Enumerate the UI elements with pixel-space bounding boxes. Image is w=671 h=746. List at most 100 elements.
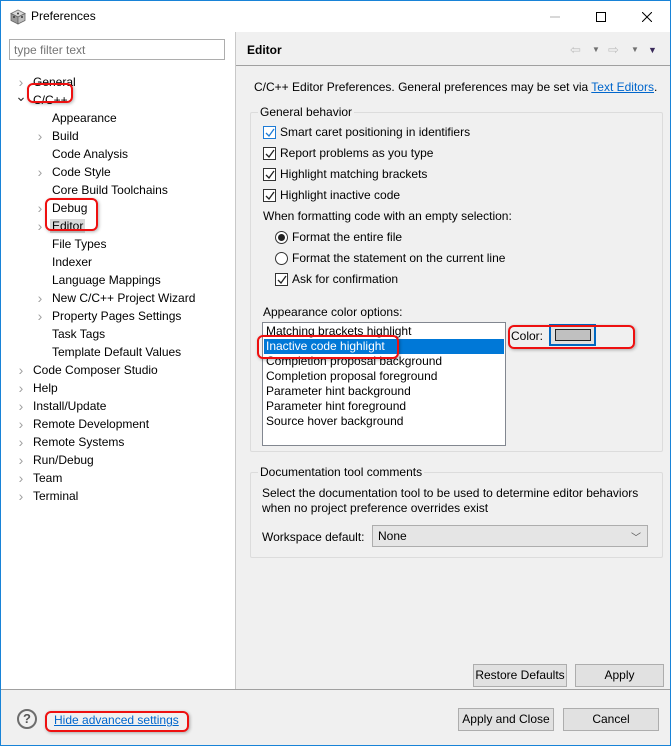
tree-item-debug[interactable]: › Debug: [38, 199, 89, 217]
color-option-item[interactable]: Parameter hint background: [264, 384, 504, 399]
text-editors-link[interactable]: Text Editors: [591, 80, 654, 94]
color-picker-button[interactable]: [549, 324, 596, 346]
apply-button[interactable]: Apply: [575, 664, 664, 687]
checkbox-box: [263, 189, 276, 202]
chevron-right-icon[interactable]: ›: [15, 379, 27, 397]
color-option-item[interactable]: Completion proposal foreground: [264, 369, 504, 384]
color-option-item[interactable]: Inactive code highlight: [264, 339, 504, 354]
color-option-item[interactable]: Source hover background: [264, 414, 504, 429]
tree-item-label: Terminal: [33, 489, 79, 503]
tree-item-team[interactable]: › Team: [19, 469, 64, 487]
color-option-item[interactable]: Matching brackets highlight: [264, 324, 504, 339]
chevron-down-icon[interactable]: ⌄: [15, 87, 27, 105]
format-label: When formatting code with an empty selec…: [263, 209, 512, 223]
tree-item-label: New C/C++ Project Wizard: [52, 291, 196, 305]
forward-arrow-icon[interactable]: ⇨: [608, 42, 619, 58]
tree-item-label: Code Composer Studio: [33, 363, 158, 377]
preferences-app-icon: [10, 9, 26, 25]
close-button[interactable]: [624, 1, 670, 32]
checkbox-box: [263, 126, 276, 139]
tree-item-label: Editor: [50, 219, 86, 233]
tree-item-run-debug[interactable]: › Run/Debug: [19, 451, 96, 469]
help-icon[interactable]: ?: [17, 709, 37, 729]
checkbox-box: [263, 147, 276, 160]
restore-defaults-button[interactable]: Restore Defaults: [473, 664, 567, 687]
general-behavior-legend: General behavior: [258, 105, 355, 119]
chevron-right-icon[interactable]: ›: [15, 487, 27, 505]
radio-circle: [275, 231, 288, 244]
view-menu-icon[interactable]: ▼: [648, 45, 657, 55]
apply-and-close-button[interactable]: Apply and Close: [458, 708, 554, 731]
radio-dot: [278, 234, 285, 241]
checkbox-box: [263, 168, 276, 181]
tree-item-editor[interactable]: › Editor: [38, 217, 86, 235]
chevron-right-icon[interactable]: ›: [34, 289, 46, 307]
tree-item-new-c-c-project-wizard[interactable]: › New C/C++ Project Wizard: [38, 289, 197, 307]
chevron-right-icon[interactable]: ›: [15, 469, 27, 487]
tree-item-code-analysis[interactable]: Code Analysis: [50, 145, 130, 163]
tree-item-remote-systems[interactable]: › Remote Systems: [19, 433, 126, 451]
minimize-icon: [550, 16, 560, 17]
back-arrow-icon[interactable]: ⇦: [570, 42, 581, 58]
workspace-default-label: Workspace default:: [262, 530, 365, 544]
tree-item-indexer[interactable]: Indexer: [50, 253, 94, 271]
tree-item-label: Remote Development: [33, 417, 150, 431]
chevron-right-icon[interactable]: ›: [15, 433, 27, 451]
chevron-right-icon[interactable]: ›: [15, 415, 27, 433]
tree-item-appearance[interactable]: Appearance: [50, 109, 119, 127]
chevron-right-icon[interactable]: ›: [34, 127, 46, 145]
chevron-right-icon[interactable]: ›: [15, 451, 27, 469]
chevron-right-icon[interactable]: ›: [34, 217, 46, 235]
page-header: Editor ⇦ ▼ ⇨ ▼ ▼: [236, 32, 670, 66]
preferences-window: Preferences ›General⌄C/C++Appearance›Bui…: [0, 0, 671, 746]
tree-item-template-default-values[interactable]: Template Default Values: [50, 343, 183, 361]
tree-item-help[interactable]: › Help: [19, 379, 60, 397]
tree-item-core-build-toolchains[interactable]: Core Build Toolchains: [50, 181, 170, 199]
tree-item-label: Code Analysis: [52, 147, 129, 161]
chevron-right-icon[interactable]: ›: [15, 361, 27, 379]
appearance-color-list[interactable]: Matching brackets highlight Inactive code…: [262, 322, 506, 446]
color-option-item[interactable]: Completion proposal background: [264, 354, 504, 369]
documentation-tool-legend: Documentation tool comments: [258, 465, 425, 479]
maximize-button[interactable]: [578, 1, 624, 32]
tree-item-language-mappings[interactable]: Language Mappings: [50, 271, 163, 289]
tree-item-file-types[interactable]: File Types: [50, 235, 108, 253]
chevron-right-icon[interactable]: ›: [15, 397, 27, 415]
checkmark-icon: [265, 128, 275, 138]
doc-tool-description-2: when no project preference overrides exi…: [262, 501, 489, 515]
back-history-dropdown-icon[interactable]: ▼: [592, 45, 600, 54]
tree-item-remote-development[interactable]: › Remote Development: [19, 415, 151, 433]
tree-item-label: File Types: [52, 237, 107, 251]
tree-item-code-style[interactable]: › Code Style: [38, 163, 113, 181]
checkbox-box: [275, 273, 288, 286]
window-title: Preferences: [31, 9, 96, 23]
tree-item-c-c-[interactable]: ⌄ C/C++: [15, 88, 70, 109]
filter-input[interactable]: [9, 39, 225, 60]
chevron-right-icon[interactable]: ›: [34, 163, 46, 181]
tree-item-label: Build: [52, 129, 79, 143]
radio-circle: [275, 252, 288, 265]
checkmark-icon: [265, 170, 275, 180]
tree-item-label: Template Default Values: [52, 345, 182, 359]
cancel-button[interactable]: Cancel: [563, 708, 659, 731]
minimize-button[interactable]: [532, 1, 578, 32]
tree-item-install-update[interactable]: › Install/Update: [19, 397, 108, 415]
doc-tool-description-1: Select the documentation tool to be used…: [262, 486, 639, 500]
tree-item-terminal[interactable]: › Terminal: [19, 487, 80, 505]
tree-item-general[interactable]: › General: [19, 73, 78, 91]
forward-history-dropdown-icon[interactable]: ▼: [631, 45, 639, 54]
chevron-right-icon[interactable]: ›: [34, 199, 46, 217]
color-swatch: [555, 329, 591, 341]
tree-item-task-tags[interactable]: Task Tags: [50, 325, 107, 343]
preferences-navigation: ›General⌄C/C++Appearance›BuildCode Analy…: [1, 32, 235, 689]
tree-item-label: Task Tags: [52, 327, 106, 341]
appearance-color-label: Appearance color options:: [263, 305, 403, 319]
tree-item-property-pages-settings[interactable]: › Property Pages Settings: [38, 307, 183, 325]
workspace-default-select[interactable]: None ﹀: [372, 525, 648, 547]
tree-item-build[interactable]: › Build: [38, 127, 81, 145]
tree-item-label: Language Mappings: [52, 273, 161, 287]
tree-item-code-composer-studio[interactable]: › Code Composer Studio: [19, 361, 160, 379]
color-option-item[interactable]: Parameter hint foreground: [264, 399, 504, 414]
hide-advanced-settings-link[interactable]: Hide advanced settings: [54, 713, 179, 727]
chevron-right-icon[interactable]: ›: [34, 307, 46, 325]
